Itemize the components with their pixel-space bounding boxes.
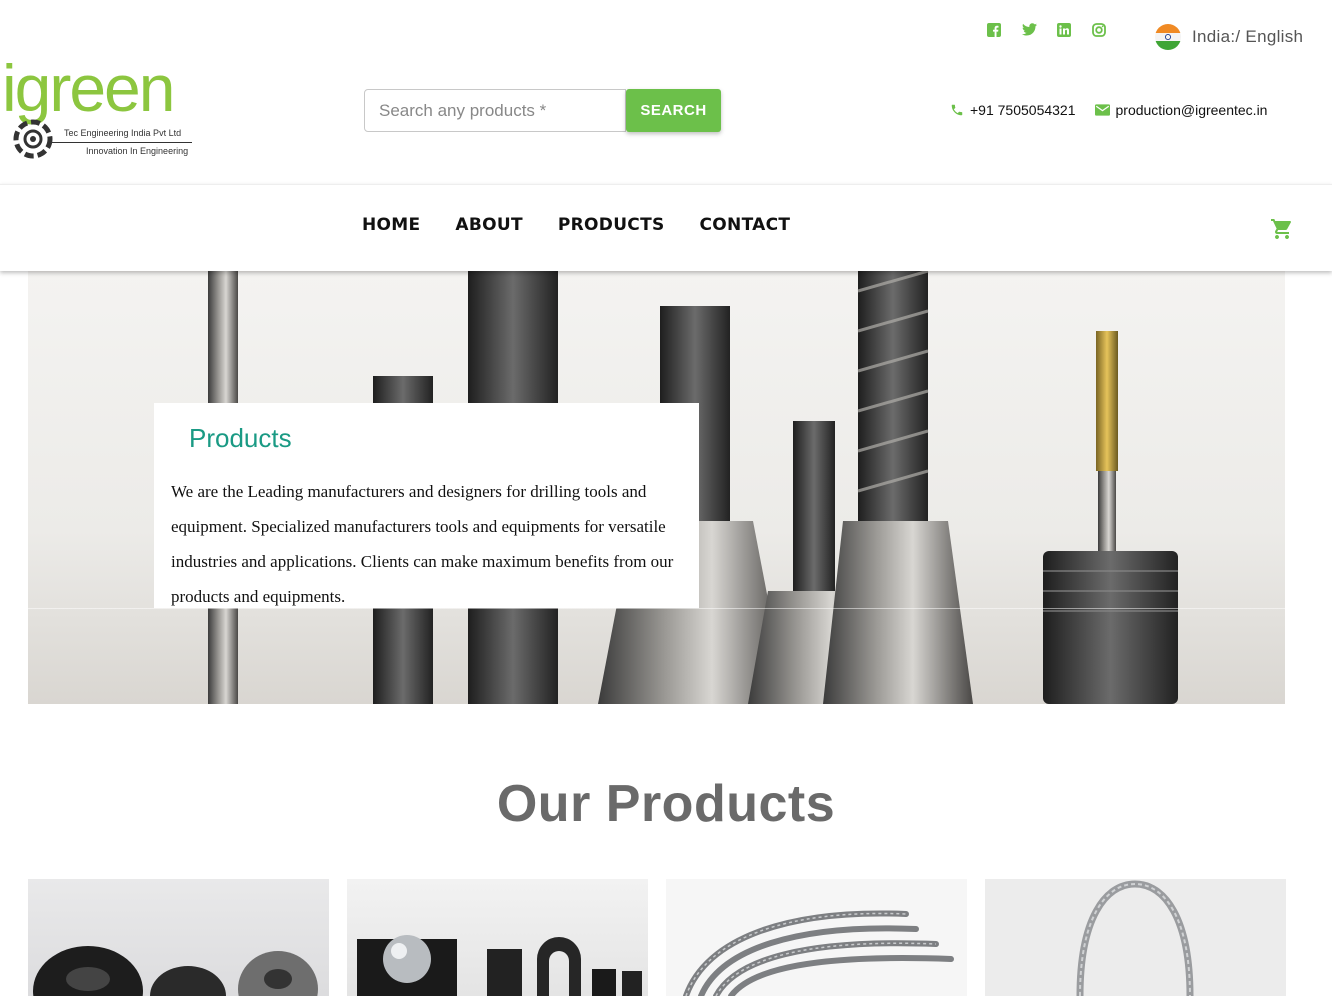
nav-item-products[interactable]: PRODUCTS [558,215,665,235]
facebook-icon[interactable] [987,23,1001,37]
hero-title: Products [189,423,292,453]
language-selector[interactable]: India:/ English [1155,24,1303,50]
product-image-cable-grips [683,910,954,996]
phone-number: +91 7505054321 [970,102,1076,118]
nav-item-about[interactable]: ABOUT [455,215,522,235]
product-card-grid [28,879,1286,996]
search-button[interactable]: SEARCH [626,89,721,132]
product-card-rubber-parts[interactable] [28,879,329,996]
logo-gear-icon [13,119,53,159]
email-address: production@igreentec.in [1115,102,1268,118]
language-label: India:/ English [1192,27,1304,46]
logo-divider [52,142,192,143]
our-products-heading: Our Products [496,775,836,833]
india-flag-icon [1155,24,1181,50]
product-card-cable-grips[interactable] [666,879,967,996]
instagram-icon[interactable] [1092,23,1106,37]
nav-item-home[interactable]: HOME [362,215,420,235]
main-navigation: HOME ABOUT PRODUCTS CONTACT [0,184,1332,271]
nav-menu: HOME ABOUT PRODUCTS CONTACT [362,215,790,235]
product-card-ball-holders[interactable] [347,879,648,996]
twitter-icon[interactable] [1022,23,1037,37]
search-input[interactable] [364,89,626,132]
social-links [987,23,1106,37]
contact-info: +91 7505054321 production@igreentec.in [950,102,1267,118]
product-image-rubber-parts [33,946,318,996]
product-image-cable-sock [1076,880,1194,996]
site-header: igreen Tec Engineering India Pvt Ltd Inn… [0,0,1332,182]
cart-icon[interactable] [1270,217,1294,246]
search-form: SEARCH [364,89,721,132]
email-contact[interactable]: production@igreentec.in [1094,102,1268,118]
linkedin-icon[interactable] [1057,23,1071,37]
product-card-cable-sock[interactable] [985,879,1286,996]
logo-tagline: Innovation In Engineering [86,146,189,156]
igreen-logo[interactable]: igreen Tec Engineering India Pvt Ltd Inn… [2,51,198,162]
product-image-ball-holders [357,935,642,996]
phone-icon [951,104,963,116]
hero-description: We are the Leading manufacturers and des… [171,482,674,606]
phone-contact[interactable]: +91 7505054321 [950,102,1076,118]
logo-wordmark: igreen [2,51,175,125]
email-icon [1094,104,1110,116]
hero-info-card: Products We are the Leading manufacturer… [154,403,699,608]
nav-item-contact[interactable]: CONTACT [700,215,791,235]
logo-company-name: Tec Engineering India Pvt Ltd [64,128,182,138]
